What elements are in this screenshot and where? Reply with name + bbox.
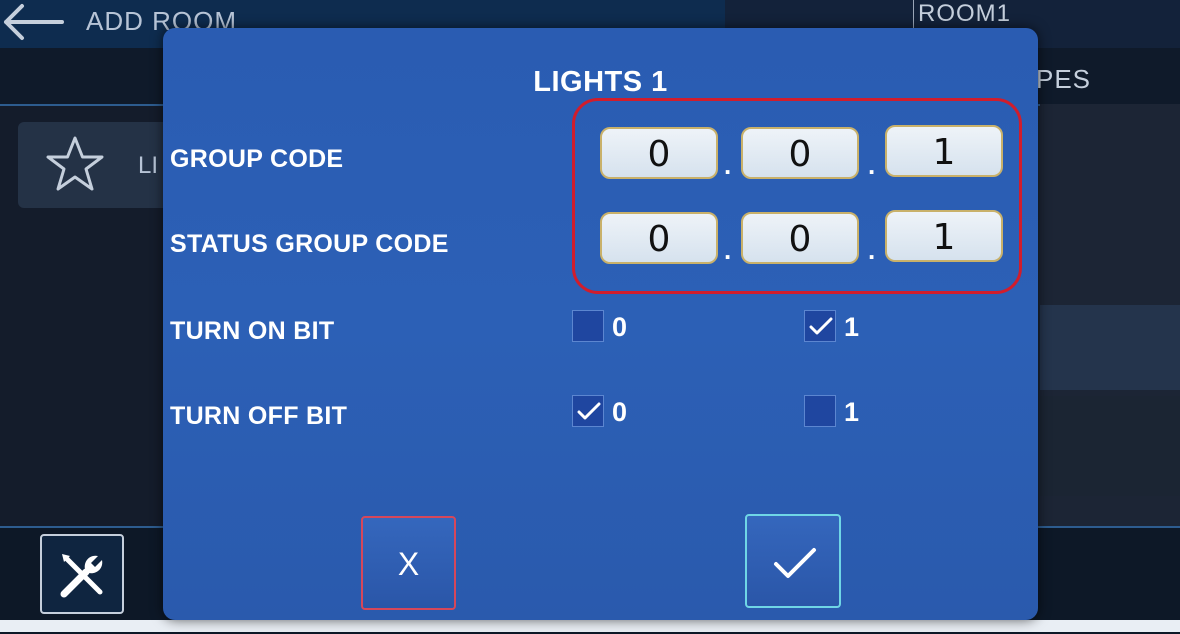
star-icon	[44, 134, 106, 196]
separator-dot: .	[868, 235, 876, 265]
group-code-field-3[interactable]: 1	[885, 125, 1003, 177]
separator-dot: .	[724, 150, 732, 180]
settings-tools-button[interactable]	[40, 534, 124, 614]
sidebar-item-label: LI	[138, 152, 159, 179]
screen-edge	[0, 620, 1180, 632]
check-icon	[809, 317, 833, 335]
turn-on-bit-1-label: 1	[844, 312, 860, 342]
confirm-button[interactable]	[745, 514, 841, 608]
dialog-title: LIGHTS 1	[533, 66, 668, 98]
check-icon	[577, 402, 601, 420]
group-code-field-1[interactable]: 0	[600, 127, 718, 179]
status-group-code-field-2[interactable]: 0	[741, 212, 859, 264]
back-arrow-icon[interactable]	[0, 2, 64, 42]
status-group-code-label: STATUS GROUP CODE	[170, 230, 449, 258]
check-icon	[774, 548, 816, 578]
separator-dot: .	[868, 150, 876, 180]
sidebar-item-lights[interactable]: LI	[18, 122, 178, 208]
status-group-code-field-1[interactable]: 0	[600, 212, 718, 264]
turn-off-bit-0-checkbox[interactable]	[572, 395, 604, 427]
turn-off-bit-0-label: 0	[612, 397, 628, 427]
right-panel-row	[1040, 396, 1180, 496]
room-name-field[interactable]: ROOM1	[913, 0, 1011, 28]
turn-on-bit-1-checkbox[interactable]	[804, 310, 836, 342]
right-panel-row	[1040, 305, 1180, 390]
turn-off-bit-1-label: 1	[844, 397, 860, 427]
status-group-code-field-3[interactable]: 1	[885, 210, 1003, 262]
turn-on-bit-0-label: 0	[612, 312, 628, 342]
group-code-field-2[interactable]: 0	[741, 127, 859, 179]
cancel-button[interactable]: X	[361, 516, 456, 610]
turn-on-bit-0-checkbox[interactable]	[572, 310, 604, 342]
separator-dot: .	[724, 235, 732, 265]
turn-off-bit-1-checkbox[interactable]	[804, 395, 836, 427]
group-code-label: GROUP CODE	[170, 145, 344, 173]
turn-on-bit-label: TURN ON BIT	[170, 317, 335, 345]
turn-off-bit-label: TURN OFF BIT	[170, 402, 348, 430]
tools-icon	[60, 554, 103, 598]
lights-dialog: LIGHTS 1 GROUP CODE STATUS GROUP CODE 0 …	[163, 28, 1038, 620]
tab-types[interactable]: PES	[1036, 64, 1091, 95]
